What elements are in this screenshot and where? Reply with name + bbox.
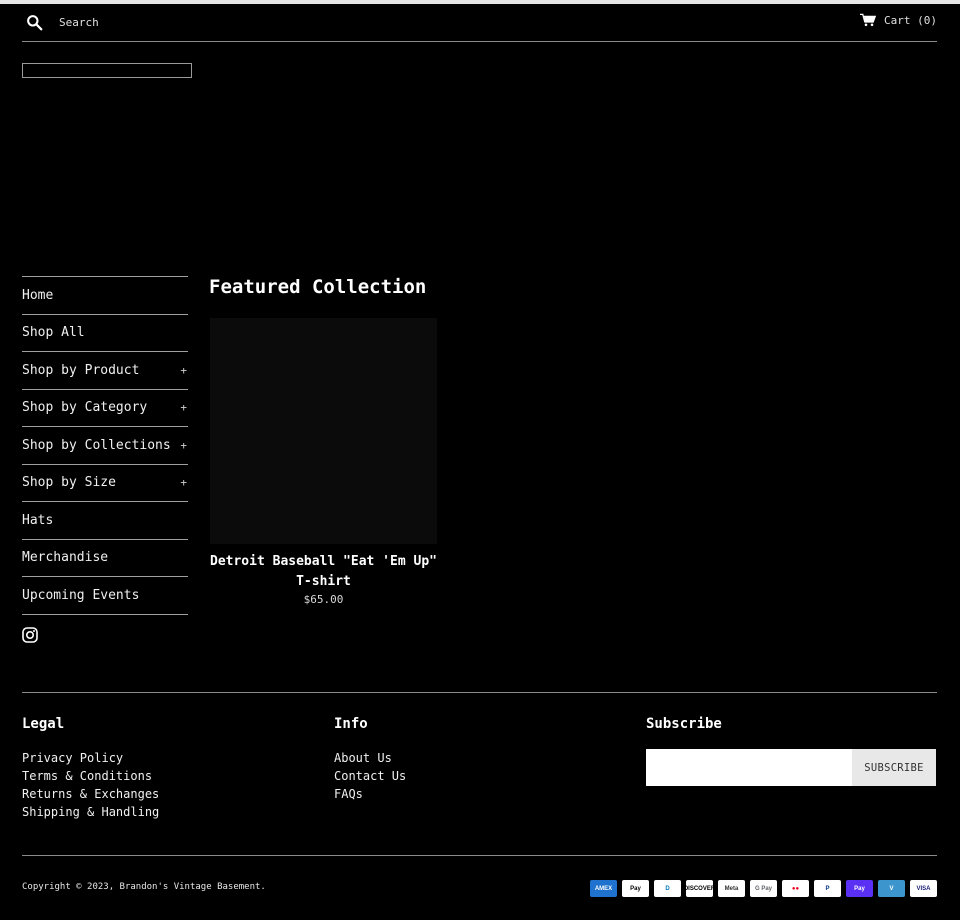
- footer-link-shipping-handling[interactable]: Shipping & Handling: [22, 803, 159, 821]
- payment-icon-1: AMEX: [590, 880, 617, 897]
- footer-info: Info About Us Contact Us FAQs: [334, 716, 406, 803]
- footer-info-links: About Us Contact Us FAQs: [334, 749, 406, 803]
- subscribe-form: SUBSCRIBE: [646, 749, 936, 786]
- payment-icon-7: ●●: [782, 880, 809, 897]
- sidebar-item-label: Shop All: [22, 325, 85, 341]
- footer-link-privacy-policy[interactable]: Privacy Policy: [22, 749, 159, 767]
- payment-icon-4: DISCOVER: [684, 880, 715, 897]
- payment-icon-3: D: [654, 880, 681, 897]
- footer-link-faqs[interactable]: FAQs: [334, 785, 406, 803]
- payment-icon-10: V: [878, 880, 905, 897]
- expand-plus-icon[interactable]: +: [180, 439, 188, 452]
- sidebar-item-label: Shop by Size: [22, 475, 116, 491]
- payment-icon-2: Pay: [622, 880, 649, 897]
- search-bar: [26, 12, 259, 32]
- footer-info-heading: Info: [334, 716, 368, 732]
- product-title[interactable]: Detroit Baseball "Eat 'Em Up" T-shirt: [210, 552, 437, 592]
- sidebar-item-shop-all[interactable]: Shop All: [22, 315, 188, 352]
- footer-subscribe-heading: Subscribe: [646, 716, 722, 732]
- subscribe-button[interactable]: SUBSCRIBE: [852, 749, 936, 786]
- sidebar-item-label: Home: [22, 287, 54, 303]
- cart-label: Cart (0): [884, 13, 937, 27]
- sidebar-item-label: Shop by Collections: [22, 437, 171, 453]
- sidebar-item-label: Shop by Category: [22, 400, 148, 416]
- sidebar-item-upcoming-events[interactable]: Upcoming Events: [22, 577, 188, 615]
- sidebar-item-shop-by-collections[interactable]: Shop by Collections +: [22, 427, 188, 465]
- instagram-icon[interactable]: [22, 627, 38, 643]
- payment-icon-8: P: [814, 880, 841, 897]
- footer-legal-links: Privacy Policy Terms & Conditions Returns …: [22, 749, 159, 821]
- footer-legal: Legal Privacy Policy Terms & Conditions Re…: [22, 716, 159, 821]
- footer-link-about-us[interactable]: About Us: [334, 749, 406, 767]
- search-input[interactable]: [59, 15, 259, 29]
- expand-plus-icon[interactable]: +: [180, 476, 188, 489]
- sidebar-item-shop-by-product[interactable]: Shop by Product +: [22, 352, 188, 390]
- product-card[interactable]: Detroit Baseball "Eat 'Em Up" T-shirt $6…: [210, 318, 437, 606]
- sidebar-item-hats[interactable]: Hats: [22, 502, 188, 540]
- sidebar-item-home[interactable]: Home: [22, 277, 188, 315]
- footer-link-returns-exchanges[interactable]: Returns & Exchanges: [22, 785, 159, 803]
- sidebar-item-merchandise[interactable]: Merchandise: [22, 540, 188, 577]
- product-price: $65.00: [303, 593, 344, 606]
- product-image[interactable]: [210, 318, 437, 544]
- sidebar-item-shop-by-size[interactable]: Shop by Size +: [22, 465, 188, 502]
- cart-link[interactable]: Cart (0): [860, 13, 937, 27]
- payment-icon-5: Meta: [718, 880, 745, 897]
- featured-collection-title: Featured Collection: [209, 276, 427, 298]
- footer-link-terms-conditions[interactable]: Terms & Conditions: [22, 767, 159, 785]
- footer-link-contact-us[interactable]: Contact Us: [334, 767, 406, 785]
- payment-icons: AMEX Pay D DISCOVER Meta G Pay ●● P Pay V VISA: [590, 880, 937, 897]
- expand-plus-icon[interactable]: +: [180, 401, 188, 414]
- sidebar-item-label: Hats: [22, 512, 54, 528]
- payment-icon-11: VISA: [910, 880, 937, 897]
- cart-icon: [860, 13, 877, 27]
- copyright-text: Copyright © 2023, Brandon's Vintage Base…: [22, 882, 266, 892]
- sidebar-nav: Home Shop All Shop by Product + Shop by Cate…: [22, 276, 188, 615]
- site-header: Cart (0): [22, 4, 937, 42]
- expand-plus-icon[interactable]: +: [180, 364, 188, 377]
- store-logo-link[interactable]: [22, 63, 192, 78]
- payment-icon-6: G Pay: [750, 880, 777, 897]
- footer-subscribe: Subscribe: [646, 716, 722, 749]
- sidebar-item-label: Merchandise: [22, 550, 109, 566]
- footer-legal-heading: Legal: [22, 716, 65, 732]
- sidebar-item-shop-by-category[interactable]: Shop by Category +: [22, 390, 188, 427]
- sidebar-item-label: Shop by Product: [22, 362, 140, 378]
- footer-divider-bottom: [22, 855, 937, 856]
- payment-icon-9: Pay: [846, 880, 873, 897]
- subscribe-email-input[interactable]: [646, 749, 852, 786]
- footer-divider-top: [22, 692, 937, 693]
- search-icon[interactable]: [26, 14, 43, 31]
- sidebar-item-label: Upcoming Events: [22, 587, 140, 603]
